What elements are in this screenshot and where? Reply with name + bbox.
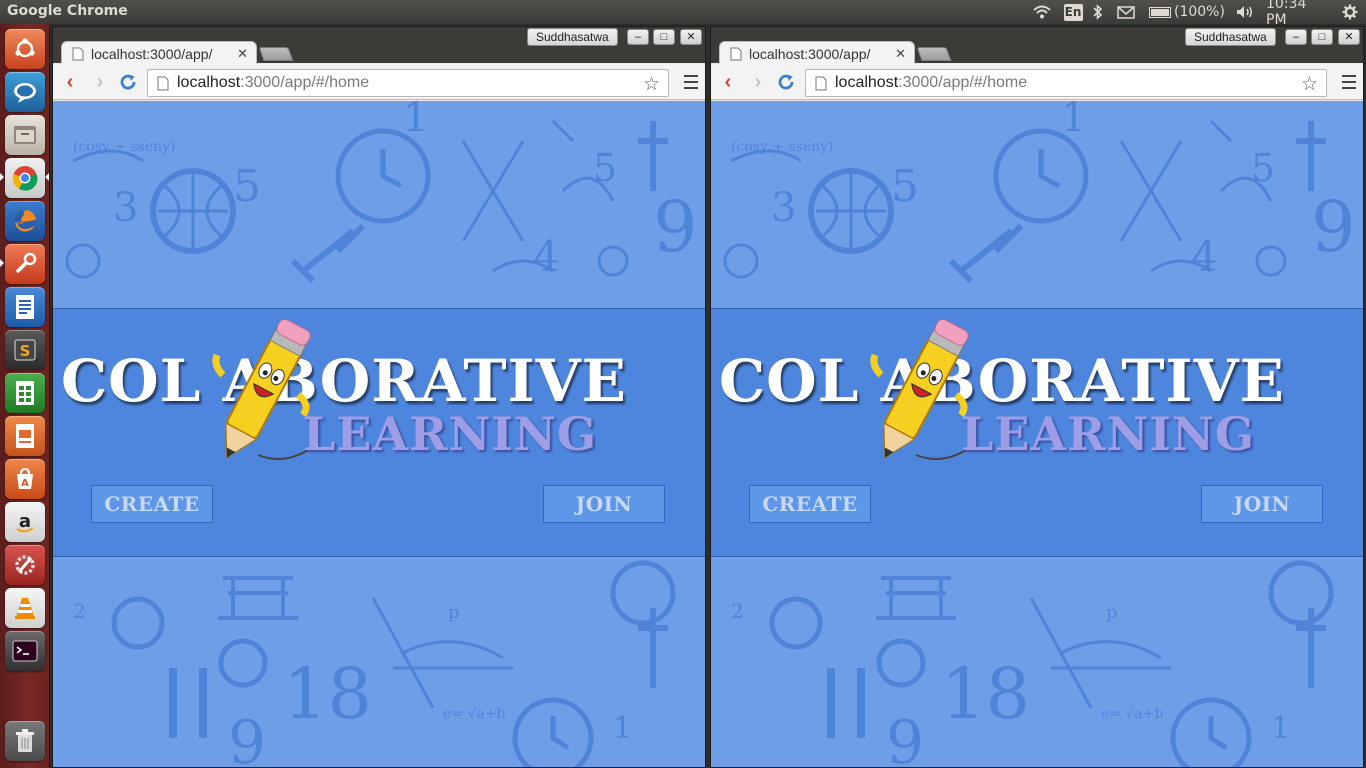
url-path: :3000/app/#/home: [240, 74, 370, 91]
pencil-mascot-icon: [212, 318, 311, 460]
bookmark-star-icon[interactable]: ☆: [643, 73, 660, 96]
page-info-icon[interactable]: [157, 76, 169, 91]
bluetooth-icon[interactable]: [1091, 0, 1105, 24]
battery-percent: (100%): [1174, 4, 1225, 20]
sublime-icon[interactable]: S: [5, 330, 45, 370]
vlc-icon[interactable]: [5, 588, 45, 628]
profile-button[interactable]: Suddhasatwa: [1185, 28, 1276, 46]
forward-icon[interactable]: ›: [89, 70, 111, 94]
browser-window-left: Suddhasatwa – □ ✕ localhost:3000/app/ ✕ …: [52, 26, 706, 768]
url-path: :3000/app/#/home: [898, 74, 1028, 91]
web-page: COL ABORATIVE LEARNING CREATE JOIN: [53, 101, 705, 767]
maximize-button[interactable]: □: [1311, 29, 1333, 45]
tab-title: localhost:3000/app/: [91, 45, 213, 62]
close-window-button[interactable]: ✕: [680, 29, 702, 45]
chrome-menu-icon[interactable]: [1342, 75, 1356, 89]
tab-active[interactable]: localhost:3000/app/ ✕: [61, 41, 257, 65]
profile-button[interactable]: Suddhasatwa: [527, 28, 618, 46]
reload-icon[interactable]: [775, 70, 797, 94]
url-host: localhost: [177, 74, 241, 91]
firefox-icon[interactable]: [5, 201, 45, 241]
toolbar: ‹ › localhost:3000/app/#/home ☆: [711, 64, 1363, 100]
svg-text:S: S: [20, 342, 31, 360]
terminal-icon[interactable]: [5, 631, 45, 671]
create-button[interactable]: CREATE: [91, 485, 213, 523]
address-bar[interactable]: localhost:3000/app/#/home ☆: [147, 69, 669, 97]
volume-icon[interactable]: [1234, 0, 1256, 24]
logo-subtitle: LEARNING: [961, 407, 1256, 461]
mail-icon[interactable]: [1115, 0, 1137, 24]
create-button[interactable]: CREATE: [749, 485, 871, 523]
logo-title: COL ABORATIVE: [61, 347, 627, 415]
writer-icon[interactable]: [5, 287, 45, 327]
doodle-background-bottom: [53, 558, 705, 767]
logo-subtitle: LEARNING: [303, 407, 598, 461]
new-tab-button[interactable]: [258, 47, 294, 61]
logo-title: COL ABORATIVE: [719, 347, 1285, 415]
page-icon: [72, 47, 84, 60]
forward-icon[interactable]: ›: [747, 70, 769, 94]
close-tab-icon[interactable]: ✕: [895, 46, 906, 62]
launcher: S A a: [0, 24, 50, 768]
minimize-button[interactable]: –: [627, 29, 649, 45]
browser-window-right: Suddhasatwa – □ ✕ localhost:3000/app/ ✕ …: [710, 26, 1364, 768]
bookmark-star-icon[interactable]: ☆: [1301, 73, 1318, 96]
back-icon[interactable]: ‹: [717, 70, 739, 94]
back-icon[interactable]: ‹: [59, 70, 81, 94]
app-name: Google Chrome: [7, 3, 128, 19]
battery-icon: [1149, 6, 1171, 18]
close-window-button[interactable]: ✕: [1338, 29, 1360, 45]
svg-text:a: a: [19, 511, 31, 532]
join-button[interactable]: JOIN: [1201, 485, 1323, 523]
tab-strip: Suddhasatwa – □ ✕ localhost:3000/app/ ✕: [711, 27, 1363, 65]
file-manager-icon[interactable]: [5, 115, 45, 155]
doodle-background-top: [711, 101, 1363, 308]
gear-icon[interactable]: [1340, 0, 1360, 24]
wifi-icon[interactable]: [1031, 0, 1053, 24]
settings-icon[interactable]: [5, 545, 45, 585]
tab-title: localhost:3000/app/: [749, 45, 871, 62]
tool-icon[interactable]: [5, 244, 45, 284]
doodle-background-bottom: [711, 558, 1363, 767]
amazon-icon[interactable]: a: [5, 502, 45, 542]
new-tab-button[interactable]: [916, 47, 952, 61]
chat-icon[interactable]: [5, 72, 45, 112]
ubuntu-dash-icon[interactable]: [5, 29, 45, 69]
svg-text:A: A: [21, 478, 29, 489]
pencil-mascot-icon: [870, 318, 969, 460]
toolbar: ‹ › localhost:3000/app/#/home ☆: [53, 64, 705, 100]
tool-running-indicator: [0, 259, 4, 267]
address-bar[interactable]: localhost:3000/app/#/home ☆: [805, 69, 1327, 97]
page-info-icon[interactable]: [815, 76, 827, 91]
tab-active[interactable]: localhost:3000/app/ ✕: [719, 41, 915, 65]
page-icon: [730, 47, 742, 60]
impress-icon[interactable]: [5, 416, 45, 456]
reload-icon[interactable]: [117, 70, 139, 94]
keyboard-language-indicator[interactable]: En: [1062, 0, 1084, 24]
chrome-running-indicator: [0, 173, 4, 181]
battery-indicator[interactable]: (100%): [1149, 0, 1229, 24]
close-tab-icon[interactable]: ✕: [237, 46, 248, 62]
chrome-active-indicator: [45, 173, 49, 181]
minimize-button[interactable]: –: [1285, 29, 1307, 45]
join-button[interactable]: JOIN: [543, 485, 665, 523]
url-host: localhost: [835, 74, 899, 91]
clock[interactable]: 10:34 PM: [1266, 0, 1330, 28]
hero-section: COL ABORATIVE LEARNING CREATE JOIN: [53, 308, 705, 557]
doodle-background-top: [53, 101, 705, 308]
tab-strip: Suddhasatwa – □ ✕ localhost:3000/app/ ✕: [53, 27, 705, 65]
language-badge: En: [1063, 3, 1083, 21]
chrome-menu-icon[interactable]: [684, 75, 698, 89]
software-center-icon[interactable]: A: [5, 459, 45, 499]
hero-section: COL ABORATIVE LEARNING CREATE JOIN: [711, 308, 1363, 557]
web-page: COL ABORATIVE LEARNING CREATE JOIN: [711, 101, 1363, 767]
maximize-button[interactable]: □: [653, 29, 675, 45]
calc-icon[interactable]: [5, 373, 45, 413]
trash-icon[interactable]: [5, 721, 45, 761]
chrome-icon[interactable]: [5, 158, 45, 198]
top-panel: Google Chrome En (100%) 10:34 PM: [0, 0, 1366, 28]
